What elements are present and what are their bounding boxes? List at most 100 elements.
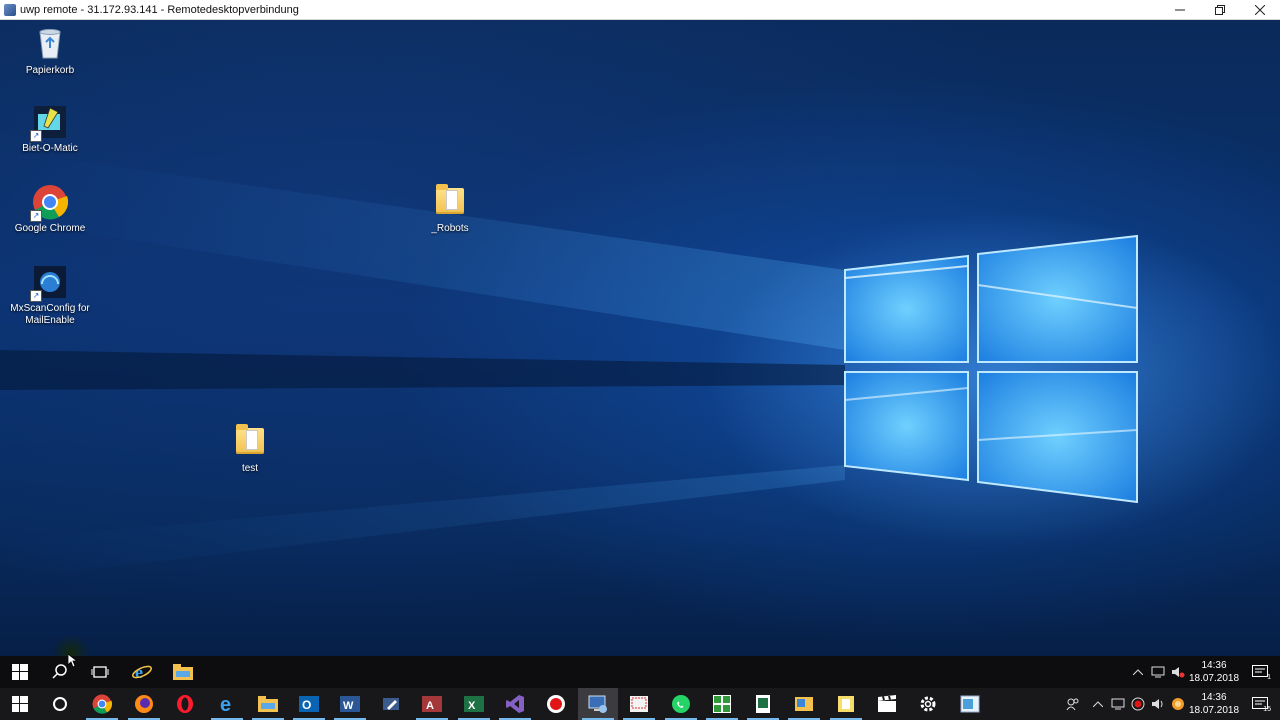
record-icon (547, 695, 565, 713)
mailenable-icon: ↗ (30, 264, 68, 302)
whatsapp-icon (672, 695, 690, 713)
taskbar-edge[interactable]: e (207, 688, 247, 720)
remote-action-center-button[interactable]: 1 (1240, 656, 1280, 688)
clapper-icon (878, 695, 896, 712)
close-button[interactable] (1240, 0, 1280, 19)
remote-file-explorer-button[interactable] (163, 656, 203, 688)
network-icon[interactable] (1108, 688, 1128, 720)
taskbar-whatsapp[interactable] (661, 688, 701, 720)
local-clock[interactable]: 14:36 18.07.2018 (1188, 691, 1240, 717)
outlook-icon: O (299, 696, 319, 712)
taskbar-image-app[interactable] (784, 688, 824, 720)
taskbar-window-app[interactable] (950, 688, 990, 720)
visual-studio-icon (506, 695, 524, 713)
chevron-up-icon[interactable] (1088, 688, 1108, 720)
taskbar-word[interactable]: W (330, 688, 370, 720)
rdp-title-bar: uwp remote - 31.172.93.141 - Remotedeskt… (0, 0, 1280, 20)
desktop-icon-label: Google Chrome (14, 223, 86, 234)
network-icon[interactable] (1148, 656, 1168, 688)
taskbar-grid-app[interactable] (702, 688, 742, 720)
remote-task-view-button[interactable] (80, 656, 120, 688)
remote-start-button[interactable] (0, 656, 40, 688)
opera-icon (177, 695, 193, 713)
app-tray-icon[interactable] (1168, 688, 1188, 720)
taskbar-outlook[interactable]: O (289, 688, 329, 720)
desktop-icon-label: Papierkorb (25, 65, 75, 76)
svg-text:e: e (135, 662, 143, 682)
taskbar-opera[interactable] (165, 688, 205, 720)
internet-explorer-icon: e (132, 662, 152, 682)
svg-text:X: X (468, 700, 476, 712)
word-icon: W (340, 696, 360, 712)
taskbar-settings[interactable] (908, 688, 948, 720)
taskbar-firefox[interactable] (124, 688, 164, 720)
sticky-app-icon (838, 696, 854, 712)
pen-tool-icon (383, 698, 399, 710)
action-center-button[interactable]: 15 (1240, 688, 1280, 720)
windows-start-icon (12, 664, 28, 680)
firefox-icon (135, 695, 153, 713)
chrome-icon (92, 694, 112, 714)
notification-count: 1 (1267, 674, 1271, 681)
remote-system-tray: 14:36 18.07.2018 1 (1128, 656, 1280, 688)
svg-text:e: e (220, 694, 231, 714)
cortana-button[interactable] (40, 688, 80, 720)
snipping-icon (630, 696, 648, 712)
local-system-tray: 14:36 18.07.2018 15 (1058, 688, 1280, 720)
chevron-up-icon[interactable] (1128, 656, 1148, 688)
taskbar-snipping[interactable] (619, 688, 659, 720)
desktop-icon-label: _Robots (431, 223, 469, 234)
taskbar-excel[interactable]: X (454, 688, 494, 720)
task-view-icon (91, 666, 109, 678)
people-icon[interactable] (1058, 688, 1088, 720)
desktop[interactable]: Papierkorb ↗ Biet-O-Matic ↗ Google Chrom (0, 20, 1280, 656)
desktop-icon-biet-o-matic[interactable]: ↗ Biet-O-Matic (10, 104, 90, 155)
recycle-bin-icon (32, 26, 68, 62)
desktop-icon-label: MxScanConfig for MailEnable (10, 303, 90, 326)
svg-text:O: O (302, 698, 311, 712)
volume-muted-icon[interactable] (1168, 656, 1188, 688)
desktop-icon-robots[interactable]: _Robots (410, 184, 490, 235)
notification-count: 15 (1263, 706, 1271, 713)
desktop-icon-test[interactable]: test (210, 424, 290, 475)
windows-logo-wallpaper (0, 150, 1138, 580)
remote-internet-explorer-button[interactable]: e (122, 656, 162, 688)
remote-taskbar: e 14:36 18.07.2018 1 (0, 656, 1280, 688)
taskbar-spreadsheet-app[interactable] (743, 688, 783, 720)
taskbar-visual-studio[interactable] (495, 688, 535, 720)
gear-icon (920, 696, 936, 712)
start-button[interactable] (0, 688, 40, 720)
shortcut-arrow-icon: ↗ (30, 290, 42, 302)
local-taskbar: e O W A X 14:36 18.07.2018 15 (0, 688, 1280, 720)
chrome-icon: ↗ (30, 184, 69, 222)
taskbar-sticky-app[interactable] (826, 688, 866, 720)
edge-icon: e (220, 694, 231, 714)
restore-icon (1215, 4, 1225, 15)
access-icon: A (422, 696, 442, 712)
close-icon (1255, 4, 1265, 15)
volume-icon[interactable] (1148, 688, 1168, 720)
taskbar-remote-desktop[interactable] (578, 688, 618, 720)
mouse-pointer-icon (68, 654, 78, 668)
remote-clock[interactable]: 14:36 18.07.2018 (1188, 659, 1240, 685)
window-controls (1160, 0, 1280, 19)
taskbar-file-explorer[interactable] (248, 688, 288, 720)
taskbar-pen-tool[interactable] (371, 688, 411, 720)
search-icon (52, 664, 67, 679)
taskbar-access[interactable]: A (412, 688, 452, 720)
recording-indicator-icon[interactable] (1128, 688, 1148, 720)
restore-button[interactable] (1200, 0, 1240, 19)
cortana-icon (53, 697, 67, 711)
desktop-icon-google-chrome[interactable]: ↗ Google Chrome (10, 184, 90, 235)
svg-text:W: W (343, 700, 354, 712)
desktop-icon-mxscanconfig[interactable]: ↗ MxScanConfig for MailEnable (10, 264, 90, 327)
taskbar-chrome[interactable] (82, 688, 122, 720)
taskbar-record[interactable] (536, 688, 576, 720)
remote-desktop-icon (588, 695, 607, 713)
taskbar-clapper[interactable] (867, 688, 907, 720)
notification-icon (1252, 665, 1268, 677)
minimize-button[interactable] (1160, 0, 1200, 19)
minimize-icon (1175, 9, 1185, 10)
window-app-icon (960, 695, 980, 713)
desktop-icon-papierkorb[interactable]: Papierkorb (10, 26, 90, 77)
